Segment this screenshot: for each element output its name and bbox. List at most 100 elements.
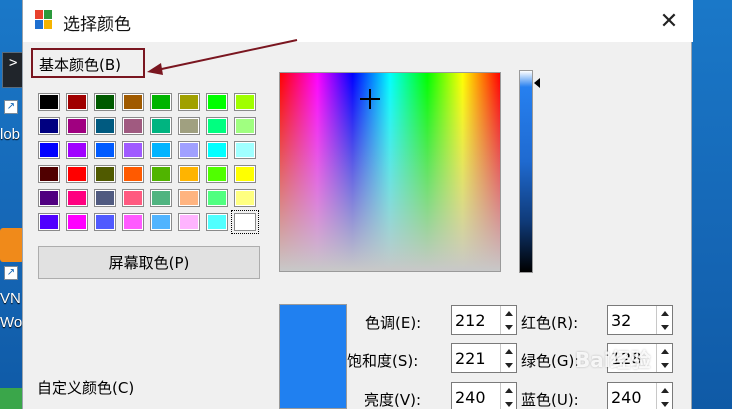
pick-screen-color-button[interactable]: 屏幕取色(P) bbox=[38, 246, 260, 279]
color-swatch[interactable] bbox=[38, 165, 60, 183]
hue-label: 色调(E): bbox=[365, 314, 422, 332]
brightness-down-arrow-icon[interactable] bbox=[501, 397, 516, 409]
color-swatch[interactable] bbox=[234, 165, 256, 183]
color-swatch[interactable] bbox=[94, 141, 116, 159]
blue-value[interactable]: 240 bbox=[611, 388, 642, 407]
color-swatch[interactable] bbox=[178, 189, 200, 207]
brightness-up-arrow-icon[interactable] bbox=[501, 383, 516, 397]
saturation-gradient bbox=[280, 73, 500, 271]
color-swatch[interactable] bbox=[150, 165, 172, 183]
saturation-label: 饱和度(S): bbox=[347, 352, 419, 370]
color-swatch[interactable] bbox=[150, 141, 172, 159]
color-dialog: 选择颜色 ✕ 基本颜色(B) 屏幕取色(P) 自定义颜色(C) 色调(E): 2… bbox=[22, 0, 693, 409]
crosshair-cursor-icon[interactable] bbox=[360, 89, 380, 109]
blue-spinbox[interactable]: 240 bbox=[607, 382, 673, 409]
red-down-arrow-icon[interactable] bbox=[657, 320, 672, 334]
color-swatch[interactable] bbox=[178, 117, 200, 135]
color-swatch[interactable] bbox=[122, 117, 144, 135]
color-swatch[interactable] bbox=[206, 213, 228, 231]
color-swatch[interactable] bbox=[66, 189, 88, 207]
color-swatch[interactable] bbox=[234, 141, 256, 159]
desktop-label-2[interactable]: VN bbox=[0, 290, 21, 307]
color-swatch[interactable] bbox=[234, 117, 256, 135]
hue-down-arrow-icon[interactable] bbox=[501, 320, 516, 334]
brightness-spin-arrows bbox=[500, 383, 516, 409]
desktop-label-3[interactable]: Wo bbox=[0, 314, 22, 331]
brightness-spinbox[interactable]: 240 bbox=[451, 382, 517, 409]
color-swatch[interactable] bbox=[206, 93, 228, 111]
color-swatch[interactable] bbox=[94, 93, 116, 111]
saturation-down-arrow-icon[interactable] bbox=[501, 358, 516, 372]
saturation-spin-arrows bbox=[500, 344, 516, 372]
color-swatch[interactable] bbox=[234, 93, 256, 111]
color-swatch[interactable] bbox=[122, 165, 144, 183]
blue-up-arrow-icon[interactable] bbox=[657, 383, 672, 397]
luminance-pointer-icon[interactable] bbox=[534, 78, 540, 88]
saturation-up-arrow-icon[interactable] bbox=[501, 344, 516, 358]
title-bar: 选择颜色 ✕ bbox=[23, 0, 693, 42]
color-swatch[interactable] bbox=[66, 213, 88, 231]
color-swatch[interactable] bbox=[231, 210, 259, 234]
red-spin-arrows bbox=[656, 306, 672, 334]
shortcut-arrow-icon: ↗ bbox=[4, 266, 18, 280]
color-swatch[interactable] bbox=[206, 141, 228, 159]
color-swatch[interactable] bbox=[122, 141, 144, 159]
hue-up-arrow-icon[interactable] bbox=[501, 306, 516, 320]
color-swatch[interactable] bbox=[38, 93, 60, 111]
color-swatch[interactable] bbox=[122, 93, 144, 111]
color-swatch[interactable] bbox=[150, 93, 172, 111]
color-swatch[interactable] bbox=[66, 165, 88, 183]
color-swatch[interactable] bbox=[38, 117, 60, 135]
color-swatch[interactable] bbox=[206, 189, 228, 207]
color-swatch[interactable] bbox=[122, 213, 144, 231]
prompt-glyph: > bbox=[9, 55, 18, 71]
green-up-arrow-icon[interactable] bbox=[657, 344, 672, 358]
color-swatch[interactable] bbox=[38, 189, 60, 207]
color-swatch[interactable] bbox=[66, 117, 88, 135]
color-swatch[interactable] bbox=[66, 141, 88, 159]
color-swatch[interactable] bbox=[150, 117, 172, 135]
color-spectrum[interactable] bbox=[279, 72, 501, 272]
close-button[interactable]: ✕ bbox=[653, 6, 685, 36]
saturation-spinbox[interactable]: 221 bbox=[451, 343, 517, 373]
color-swatch[interactable] bbox=[94, 189, 116, 207]
color-swatch[interactable] bbox=[234, 189, 256, 207]
luminance-slider[interactable] bbox=[519, 70, 533, 273]
color-swatch[interactable] bbox=[38, 141, 60, 159]
color-swatch[interactable] bbox=[178, 165, 200, 183]
color-swatch[interactable] bbox=[94, 117, 116, 135]
color-swatch[interactable] bbox=[94, 213, 116, 231]
color-swatch[interactable] bbox=[150, 213, 172, 231]
blue-down-arrow-icon[interactable] bbox=[657, 397, 672, 409]
green-label: 绿色(G): bbox=[521, 352, 580, 370]
green-spin-arrows bbox=[656, 344, 672, 372]
color-swatch[interactable] bbox=[94, 165, 116, 183]
brightness-value[interactable]: 240 bbox=[455, 388, 486, 407]
blue-spin-arrows bbox=[656, 383, 672, 409]
hue-spin-arrows bbox=[500, 306, 516, 334]
color-swatch[interactable] bbox=[150, 189, 172, 207]
blue-label: 蓝色(U): bbox=[521, 391, 579, 409]
red-value[interactable]: 32 bbox=[611, 311, 631, 330]
green-down-arrow-icon[interactable] bbox=[657, 358, 672, 372]
red-up-arrow-icon[interactable] bbox=[657, 306, 672, 320]
desktop-label-1[interactable]: lob bbox=[0, 126, 20, 143]
basic-color-grid bbox=[38, 93, 259, 234]
desktop-green-icon[interactable] bbox=[0, 388, 24, 409]
color-swatch[interactable] bbox=[178, 213, 200, 231]
color-swatch[interactable] bbox=[178, 141, 200, 159]
color-swatch[interactable] bbox=[122, 189, 144, 207]
color-swatch[interactable] bbox=[206, 117, 228, 135]
color-swatch[interactable] bbox=[66, 93, 88, 111]
color-swatch[interactable] bbox=[178, 93, 200, 111]
terminal-shortcut-icon[interactable]: > bbox=[2, 52, 24, 88]
saturation-value[interactable]: 221 bbox=[455, 349, 486, 368]
color-swatch[interactable] bbox=[38, 213, 60, 231]
red-label: 红色(R): bbox=[521, 314, 579, 332]
color-swatch[interactable] bbox=[206, 165, 228, 183]
shortcut-arrow-icon: ↗ bbox=[4, 100, 18, 114]
hue-value[interactable]: 212 bbox=[455, 311, 486, 330]
app-shortcut-icon[interactable] bbox=[0, 228, 24, 262]
red-spinbox[interactable]: 32 bbox=[607, 305, 673, 335]
hue-spinbox[interactable]: 212 bbox=[451, 305, 517, 335]
